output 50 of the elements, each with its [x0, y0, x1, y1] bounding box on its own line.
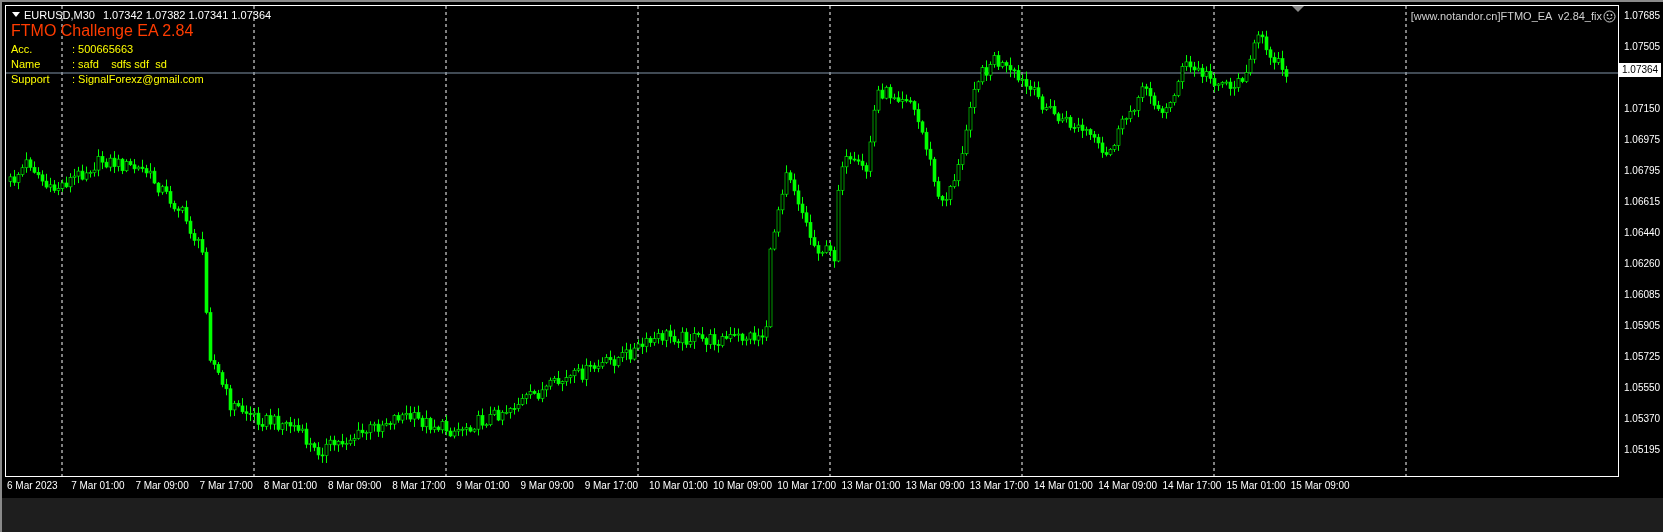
price-tick: 1.07685 — [1623, 9, 1661, 23]
time-tick: 15 Mar 01:00 — [1226, 480, 1286, 491]
chart-shift-icon[interactable] — [1292, 6, 1304, 12]
time-tick: 13 Mar 17:00 — [969, 480, 1029, 491]
time-tick: 6 Mar 2023 — [7, 480, 58, 491]
price-tick: 1.06975 — [1623, 133, 1661, 147]
quote-values: 1.07342 1.07382 1.07341 1.07364 — [102, 8, 272, 22]
time-tick: 15 Mar 09:00 — [1290, 480, 1350, 491]
price-tick: 1.07150 — [1623, 102, 1661, 116]
price-tick: 1.05550 — [1623, 381, 1661, 395]
current-price-label: 1.07364 — [1619, 63, 1662, 77]
time-tick: 9 Mar 09:00 — [520, 480, 574, 491]
info-label: Name — [11, 57, 42, 72]
time-tick: 13 Mar 01:00 — [841, 480, 901, 491]
time-tick: 7 Mar 17:00 — [199, 480, 253, 491]
price-tick: 1.06260 — [1623, 257, 1661, 271]
time-tick: 14 Mar 09:00 — [1098, 480, 1158, 491]
ea-label: [www.notandor.cn]FTMO_EA v2.84_fix — [1410, 9, 1602, 23]
price-tick: 1.05195 — [1623, 443, 1661, 457]
info-value: : 500665663 — [72, 42, 134, 57]
chart-plot[interactable]: EURUSD,M30 1.07342 1.07382 1.07341 1.07364 FTMO Challenge EA 2.84 Acc. : 500665663 Name : safd sdfs sdf sd Support : SignalForexz@gmail.com [www.notandor.cn]FTMO_EA v2.84_fix — [5, 5, 1619, 477]
info-label: Acc. — [11, 42, 34, 57]
price-tick: 1.06795 — [1623, 164, 1661, 178]
time-tick: 10 Mar 01:00 — [648, 480, 708, 491]
time-tick: 9 Mar 17:00 — [584, 480, 639, 491]
time-tick: 10 Mar 09:00 — [713, 480, 772, 491]
price-tick: 1.05370 — [1623, 412, 1661, 426]
info-value: : safd sdfs sdf sd — [72, 57, 167, 72]
time-tick: 8 Mar 01:00 — [263, 480, 318, 491]
time-tick: 14 Mar 17:00 — [1162, 480, 1222, 491]
price-tick: 1.07505 — [1623, 40, 1661, 54]
price-tick: 1.06440 — [1623, 226, 1661, 240]
price-tick: 1.06085 — [1623, 288, 1661, 302]
time-tick: 7 Mar 09:00 — [135, 480, 189, 491]
time-tick: 10 Mar 17:00 — [777, 480, 837, 491]
price-tick: 1.05725 — [1623, 350, 1661, 364]
price-tick: 1.06615 — [1623, 195, 1661, 209]
dropdown-icon[interactable] — [12, 12, 20, 18]
time-tick: 8 Mar 17:00 — [392, 480, 446, 491]
time-tick: 8 Mar 09:00 — [327, 480, 382, 491]
time-tick: 14 Mar 01:00 — [1034, 480, 1093, 491]
time-tick: 9 Mar 01:00 — [456, 480, 510, 491]
symbol-label: EURUSD,M30 — [24, 8, 95, 22]
time-tick: 7 Mar 01:00 — [71, 480, 125, 491]
time-tick: 13 Mar 09:00 — [905, 480, 965, 491]
smiley-icon — [1603, 9, 1616, 23]
ea-title: FTMO Challenge EA 2.84 — [11, 21, 195, 41]
info-value: : SignalForexz@gmail.com — [72, 72, 204, 87]
price-tick: 1.05905 — [1623, 319, 1661, 333]
info-label: Support — [11, 72, 51, 87]
